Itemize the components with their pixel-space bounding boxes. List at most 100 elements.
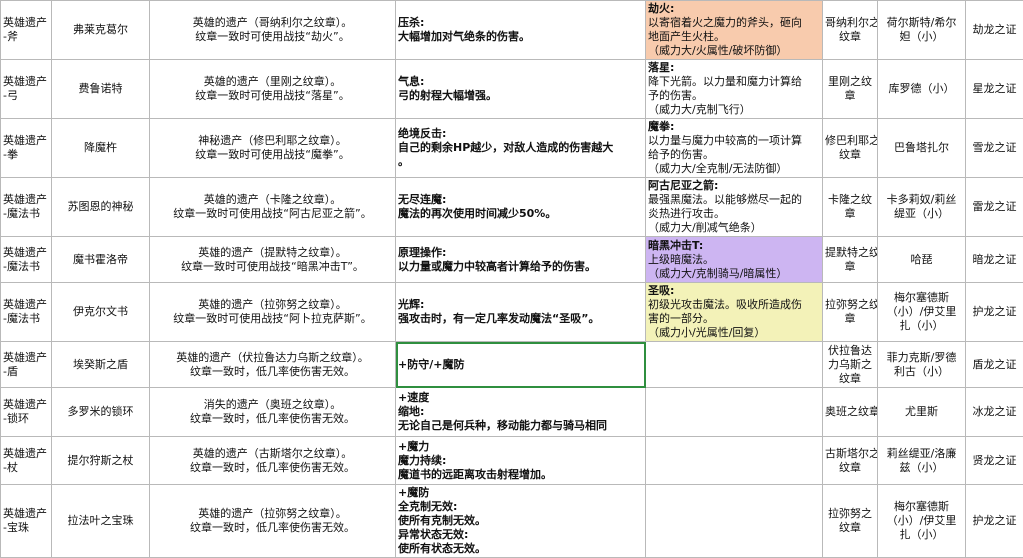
proof-item-cell[interactable]: 劫龙之证 bbox=[966, 1, 1023, 60]
cell-line: -弓 bbox=[3, 89, 49, 103]
character-cell[interactable]: 哈琵 bbox=[878, 237, 966, 283]
weapon-type-cell[interactable]: 英雄遗产-弓 bbox=[1, 60, 52, 119]
crest-description-cell[interactable]: 英雄的遗产（提默特之纹章）。纹章一致时可使用战技“暗黑冲击T”。 bbox=[150, 237, 396, 283]
combat-art-cell[interactable]: 劫火:以寄宿着火之魔力的斧头，砸向地面产生火柱。（威力大/火属性/破坏防御） bbox=[646, 1, 823, 60]
weapon-type-cell[interactable]: 英雄遗产-宝珠 bbox=[1, 485, 52, 558]
proof-item-cell[interactable]: 暗龙之证 bbox=[966, 237, 1023, 283]
weapon-name-cell[interactable]: 提尔狩斯之杖 bbox=[52, 437, 150, 485]
weapon-name-cell[interactable]: 弗莱克葛尔 bbox=[52, 1, 150, 60]
weapon-type-cell[interactable]: 英雄遗产-魔法书 bbox=[1, 178, 52, 237]
cell-line: 纹章一致时，低几率使伤害无效。 bbox=[152, 461, 393, 475]
emblem-cell[interactable]: 提默特之纹章 bbox=[823, 237, 878, 283]
character-cell[interactable]: 尤里斯 bbox=[878, 388, 966, 437]
table-row: 英雄遗产-杖提尔狩斯之杖英雄的遗产（古斯塔尔之纹章）。纹章一致时，低几率使伤害无… bbox=[1, 437, 1023, 485]
proof-item-cell[interactable]: 贤龙之证 bbox=[966, 437, 1023, 485]
weapon-name-cell[interactable]: 多罗米的锁环 bbox=[52, 388, 150, 437]
proof-item-cell[interactable]: 星龙之证 bbox=[966, 60, 1023, 119]
emblem-cell[interactable]: 哥纳利尔之纹章 bbox=[823, 1, 878, 60]
weapon-type-cell[interactable]: 英雄遗产-魔法书 bbox=[1, 237, 52, 283]
combat-art-cell[interactable] bbox=[646, 485, 823, 558]
emblem-cell[interactable]: 古斯塔尔之纹章 bbox=[823, 437, 878, 485]
combat-art-cell[interactable] bbox=[646, 342, 823, 388]
weapon-name-cell[interactable]: 魔书霍洛帝 bbox=[52, 237, 150, 283]
cell-line: 英雄的遗产（哥纳利尔之纹章）。 bbox=[152, 16, 393, 30]
combat-art-cell[interactable]: 暗黑冲击T:上级暗魔法。（威力大/克制骑马/暗属性） bbox=[646, 237, 823, 283]
emblem-cell[interactable]: 里刚之纹章 bbox=[823, 60, 878, 119]
skill-cell[interactable]: 气息:弓的射程大幅增强。 bbox=[396, 60, 646, 119]
skill-cell[interactable]: +防守/+魔防 bbox=[396, 342, 646, 388]
crest-description-cell[interactable]: 英雄的遗产（伏拉鲁达力乌斯之纹章）。纹章一致时，低几率使伤害无效。 bbox=[150, 342, 396, 388]
combat-art-cell[interactable] bbox=[646, 437, 823, 485]
crest-description-cell[interactable]: 神秘遗产（修巴利耶之纹章）。纹章一致时可使用战技“魔拳”。 bbox=[150, 119, 396, 178]
skill-cell[interactable]: +魔力魔力持续:魔道书的远距离攻击射程增加。 bbox=[396, 437, 646, 485]
weapon-type-cell[interactable]: 英雄遗产-魔法书 bbox=[1, 283, 52, 342]
crest-description-cell[interactable]: 英雄的遗产（拉弥努之纹章）。纹章一致时，低几率使伤害无效。 bbox=[150, 485, 396, 558]
character-cell[interactable]: 梅尔塞德斯（小）/伊艾里扎（小） bbox=[878, 485, 966, 558]
cell-line: 劫火: bbox=[648, 2, 820, 16]
cell-line: 魔法的再次使用时间减少50%。 bbox=[398, 207, 643, 221]
weapon-name-cell[interactable]: 降魔杵 bbox=[52, 119, 150, 178]
combat-art-cell[interactable] bbox=[646, 388, 823, 437]
cell-line: -杖 bbox=[3, 461, 49, 475]
proof-item-cell[interactable]: 雷龙之证 bbox=[966, 178, 1023, 237]
crest-description-cell[interactable]: 英雄的遗产（拉弥努之纹章）。纹章一致时可使用战技“阿卜拉克萨斯”。 bbox=[150, 283, 396, 342]
character-cell[interactable]: 库罗德（小） bbox=[878, 60, 966, 119]
proof-item-cell[interactable]: 护龙之证 bbox=[966, 485, 1023, 558]
crest-description-cell[interactable]: 英雄的遗产（哥纳利尔之纹章）。纹章一致时可使用战技“劫火”。 bbox=[150, 1, 396, 60]
character-cell[interactable]: 荷尔斯特/希尔妲（小） bbox=[878, 1, 966, 60]
emblem-cell[interactable]: 卡隆之纹章 bbox=[823, 178, 878, 237]
cell-line: 纹章 bbox=[825, 521, 875, 535]
proof-item-cell[interactable]: 护龙之证 bbox=[966, 283, 1023, 342]
skill-cell[interactable]: +魔防全克制无效:使所有克制无效。异常状态无效:使所有状态无效。 bbox=[396, 485, 646, 558]
proof-item-cell[interactable]: 盾龙之证 bbox=[966, 342, 1023, 388]
cell-line: +魔力 bbox=[398, 440, 643, 454]
combat-art-cell[interactable]: 阿古尼亚之箭:最强黑魔法。以能够燃尽一起的炎热进行攻击。（威力大/削减气绝条） bbox=[646, 178, 823, 237]
cell-line: 英雄遗产 bbox=[3, 16, 49, 30]
cell-line: 纹章一致时可使用战技“暗黑冲击T”。 bbox=[152, 260, 393, 274]
skill-cell[interactable]: 无尽连魔:魔法的再次使用时间减少50%。 bbox=[396, 178, 646, 237]
combat-art-cell[interactable]: 魔拳:以力量与魔力中较高的一项计算给予的伤害。（威力大/全克制/无法防御） bbox=[646, 119, 823, 178]
cell-line: 使所有克制无效。 bbox=[398, 514, 643, 528]
weapon-type-cell[interactable]: 英雄遗产-斧 bbox=[1, 1, 52, 60]
cell-line: 修巴利耶之 bbox=[825, 134, 875, 148]
weapon-name-cell[interactable]: 苏图恩的神秘 bbox=[52, 178, 150, 237]
character-cell[interactable]: 莉丝缇亚/洛廉兹（小） bbox=[878, 437, 966, 485]
crest-description-cell[interactable]: 英雄的遗产（卡隆之纹章）。纹章一致时可使用战技“阿古尼亚之箭”。 bbox=[150, 178, 396, 237]
combat-art-cell[interactable]: 落星:降下光箭。以力量和魔力计算给予的伤害。（威力大/克制飞行） bbox=[646, 60, 823, 119]
cell-line: 原理操作: bbox=[398, 246, 643, 260]
crest-description-cell[interactable]: 英雄的遗产（古斯塔尔之纹章）。纹章一致时，低几率使伤害无效。 bbox=[150, 437, 396, 485]
cell-line: 英雄的遗产（提默特之纹章）。 bbox=[152, 246, 393, 260]
crest-description-cell[interactable]: 英雄的遗产（里刚之纹章）。纹章一致时可使用战技“落星”。 bbox=[150, 60, 396, 119]
emblem-cell[interactable]: 伏拉鲁达力乌斯之纹章 bbox=[823, 342, 878, 388]
proof-item-cell[interactable]: 冰龙之证 bbox=[966, 388, 1023, 437]
combat-art-cell[interactable]: 圣吸:初级光攻击魔法。吸收所造成伤害的一部分。（威力小/光属性/回复） bbox=[646, 283, 823, 342]
character-cell[interactable]: 梅尔塞德斯（小）/伊艾里扎（小） bbox=[878, 283, 966, 342]
weapon-type-cell[interactable]: 英雄遗产-锁环 bbox=[1, 388, 52, 437]
character-cell[interactable]: 巴鲁塔扎尔 bbox=[878, 119, 966, 178]
skill-cell[interactable]: 原理操作:以力量或魔力中较高者计算给予的伤害。 bbox=[396, 237, 646, 283]
weapon-type-cell[interactable]: 英雄遗产-盾 bbox=[1, 342, 52, 388]
skill-cell[interactable]: +速度缩地:无论自己是何兵种，移动能力都与骑马相同 bbox=[396, 388, 646, 437]
weapon-name-cell[interactable]: 埃癸斯之盾 bbox=[52, 342, 150, 388]
character-cell[interactable]: 卡多莉奴/莉丝缇亚（小） bbox=[878, 178, 966, 237]
proof-item-cell[interactable]: 雪龙之证 bbox=[966, 119, 1023, 178]
crest-description-cell[interactable]: 消失的遗产（奥班之纹章）。纹章一致时，低几率使伤害无效。 bbox=[150, 388, 396, 437]
emblem-cell[interactable]: 修巴利耶之纹章 bbox=[823, 119, 878, 178]
cell-line: 神秘遗产（修巴利耶之纹章）。 bbox=[152, 134, 393, 148]
weapon-type-cell[interactable]: 英雄遗产-拳 bbox=[1, 119, 52, 178]
emblem-cell[interactable]: 拉弥努之纹章 bbox=[823, 485, 878, 558]
weapon-name-cell[interactable]: 伊克尔文书 bbox=[52, 283, 150, 342]
character-cell[interactable]: 菲力克斯/罗德利古（小） bbox=[878, 342, 966, 388]
cell-line: 最强黑魔法。以能够燃尽一起的 bbox=[648, 193, 820, 207]
weapon-name-cell[interactable]: 费鲁诺特 bbox=[52, 60, 150, 119]
weapon-name-cell[interactable]: 拉法叶之宝珠 bbox=[52, 485, 150, 558]
skill-cell[interactable]: 压杀:大幅增加对气绝条的伤害。 bbox=[396, 1, 646, 60]
cell-line: 莉丝缇亚/洛廉 bbox=[880, 447, 963, 461]
cell-line: 英雄遗产 bbox=[3, 134, 49, 148]
cell-line: 扎（小） bbox=[880, 319, 963, 333]
skill-cell[interactable]: 光辉:强攻击时，有一定几率发动魔法“圣吸”。 bbox=[396, 283, 646, 342]
skill-cell[interactable]: 绝境反击:自己的剩余HP越少，对敌人造成的伤害越大。 bbox=[396, 119, 646, 178]
weapon-type-cell[interactable]: 英雄遗产-杖 bbox=[1, 437, 52, 485]
emblem-cell[interactable]: 奥班之纹章 bbox=[823, 388, 878, 437]
emblem-cell[interactable]: 拉弥努之纹章 bbox=[823, 283, 878, 342]
